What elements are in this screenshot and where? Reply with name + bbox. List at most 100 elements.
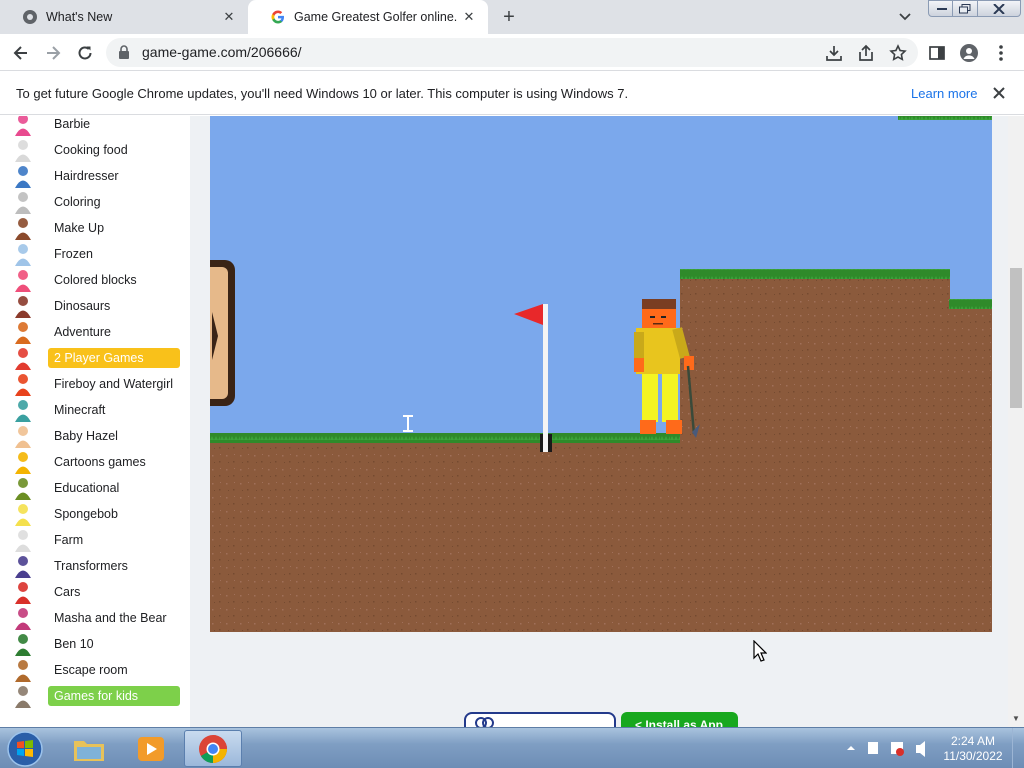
volume-icon[interactable]	[916, 741, 925, 757]
sidebar-item-2-player-games[interactable]: 2 Player Games	[0, 345, 190, 371]
install-app-button[interactable]	[823, 42, 845, 64]
sidebar-item-label: Cartoons games	[54, 455, 146, 469]
sidebar-item-colored-blocks[interactable]: Colored blocks	[0, 267, 190, 293]
sidebar-item-label: Cooking food	[54, 143, 128, 157]
sidebar-item-cartoons-games[interactable]: Cartoons games	[0, 449, 190, 475]
sheep-icon	[10, 528, 36, 552]
sidebar-item-cars[interactable]: Cars	[0, 579, 190, 605]
taskbar-chrome[interactable]	[184, 730, 242, 767]
reload-button[interactable]	[74, 42, 96, 64]
learn-more-link[interactable]: Learn more	[911, 86, 977, 101]
reload-icon	[78, 46, 92, 60]
new-tab-button[interactable]: +	[498, 7, 520, 29]
sidebar-item-label: Minecraft	[54, 403, 106, 417]
far-dirt	[949, 306, 992, 446]
raised-dirt	[680, 276, 950, 446]
google-g-icon	[271, 10, 284, 24]
secondary-button[interactable]	[464, 712, 616, 727]
tray-expand-icon[interactable]	[847, 746, 855, 750]
taskbar-clock[interactable]: 2:24 AM 11/30/2022	[940, 734, 1006, 764]
chef-icon	[10, 138, 36, 162]
sidebar-item-dinosaurs[interactable]: Dinosaurs	[0, 293, 190, 319]
sidebar-item-hairdresser[interactable]: Hairdresser	[0, 163, 190, 189]
golf-scene	[210, 116, 992, 632]
back-arrow-icon	[13, 46, 27, 60]
sidebar-item-label: Hairdresser	[54, 169, 119, 183]
game-canvas[interactable]	[210, 116, 992, 632]
fireboy-icon	[10, 372, 36, 396]
sidebar-item-ben-10[interactable]: Ben 10	[0, 631, 190, 657]
sidebar-item-label: 2 Player Games	[48, 348, 180, 368]
sidebar-item-adventure[interactable]: Adventure	[0, 319, 190, 345]
tab-greatest-golfer[interactable]: Game Greatest Golfer online. Play ✕	[248, 0, 488, 34]
infobar-message: To get future Google Chrome updates, you…	[16, 86, 629, 101]
left-arrow-sign	[210, 260, 235, 406]
link-icon	[475, 717, 494, 727]
close-infobar-icon[interactable]	[990, 84, 1008, 102]
baby-icon	[10, 424, 36, 448]
mouse-cursor-icon	[753, 640, 767, 662]
close-icon	[993, 3, 1005, 14]
taskbar-media-player[interactable]	[122, 730, 180, 767]
avatar-icon	[960, 44, 978, 62]
scroll-down-arrow-icon[interactable]: ▼	[1012, 714, 1020, 723]
tray-icons	[847, 741, 925, 757]
side-panel-button[interactable]	[926, 42, 948, 64]
sidebar-item-farm[interactable]: Farm	[0, 527, 190, 553]
sidebar-item-minecraft[interactable]: Minecraft	[0, 397, 190, 423]
sidebar-item-label: Make Up	[54, 221, 105, 235]
sidebar-item-make-up[interactable]: Make Up	[0, 215, 190, 241]
show-desktop-button[interactable]	[1012, 728, 1024, 768]
door-icon	[10, 658, 36, 682]
makeup-icon	[10, 216, 36, 240]
sidebar-item-label: Spongebob	[54, 507, 118, 521]
dinosaur-icon	[10, 294, 36, 318]
restore-window-button[interactable]	[952, 0, 978, 17]
profile-button[interactable]	[958, 42, 980, 64]
browser-toolbar: game-game.com/206666/	[0, 34, 1024, 71]
sidebar-item-cooking-food[interactable]: Cooking food	[0, 137, 190, 163]
sidebar-item-games-for-kids[interactable]: Games for kids	[0, 683, 190, 709]
share-button[interactable]	[855, 42, 877, 64]
sidebar-item-frozen[interactable]: Frozen	[0, 241, 190, 267]
robot-icon	[10, 554, 36, 578]
taskbar-explorer[interactable]	[60, 730, 118, 767]
start-orb-icon[interactable]	[5, 730, 45, 768]
install-as-app-button[interactable]: < Install as App	[621, 712, 738, 727]
sidebar-item-baby-hazel[interactable]: Baby Hazel	[0, 423, 190, 449]
sidebar-item-masha-and-the-bear[interactable]: Masha and the Bear	[0, 605, 190, 631]
chrome-menu-button[interactable]	[990, 42, 1012, 64]
tab-title: What's New	[46, 10, 113, 24]
page-scrollbar[interactable]: ▼	[1008, 116, 1024, 727]
url-text[interactable]: game-game.com/206666/	[142, 44, 302, 60]
sidebar-item-label: Masha and the Bear	[54, 611, 167, 625]
bookmark-button[interactable]	[887, 42, 909, 64]
close-window-button[interactable]	[977, 0, 1021, 17]
sidebar-item-transformers[interactable]: Transformers	[0, 553, 190, 579]
barbie-icon	[10, 116, 36, 136]
sidebar-item-educational[interactable]: Educational	[0, 475, 190, 501]
tab-title: Game Greatest Golfer online. Play	[294, 10, 460, 24]
address-bar[interactable]: game-game.com/206666/	[106, 38, 918, 67]
close-tab-icon[interactable]: ✕	[460, 8, 478, 26]
network-icon[interactable]	[868, 742, 878, 754]
sidebar-item-label: Barbie	[54, 117, 91, 131]
sidebar-item-spongebob[interactable]: Spongebob	[0, 501, 190, 527]
chrome-logo-icon	[23, 10, 37, 24]
lock-icon[interactable]	[118, 45, 130, 59]
chevron-down-icon[interactable]	[896, 9, 914, 25]
sidebar-item-barbie[interactable]: Barbie	[0, 116, 190, 137]
sidebar-item-coloring[interactable]: Coloring	[0, 189, 190, 215]
tab-whats-new[interactable]: What's New ✕	[0, 0, 248, 34]
forward-button[interactable]	[42, 42, 64, 64]
sidebar-item-label: Baby Hazel	[54, 429, 118, 443]
cartoon-icon	[10, 450, 36, 474]
close-tab-icon[interactable]: ✕	[220, 8, 238, 26]
scrollbar-thumb[interactable]	[1010, 268, 1022, 408]
chrome-logo-icon	[199, 734, 227, 763]
clock-date: 11/30/2022	[943, 749, 1003, 763]
sidebar-item-label: Farm	[54, 533, 84, 547]
sidebar-item-escape-room[interactable]: Escape room	[0, 657, 190, 683]
back-button[interactable]	[10, 42, 32, 64]
sidebar-item-fireboy-and-watergirl[interactable]: Fireboy and Watergirl	[0, 371, 190, 397]
